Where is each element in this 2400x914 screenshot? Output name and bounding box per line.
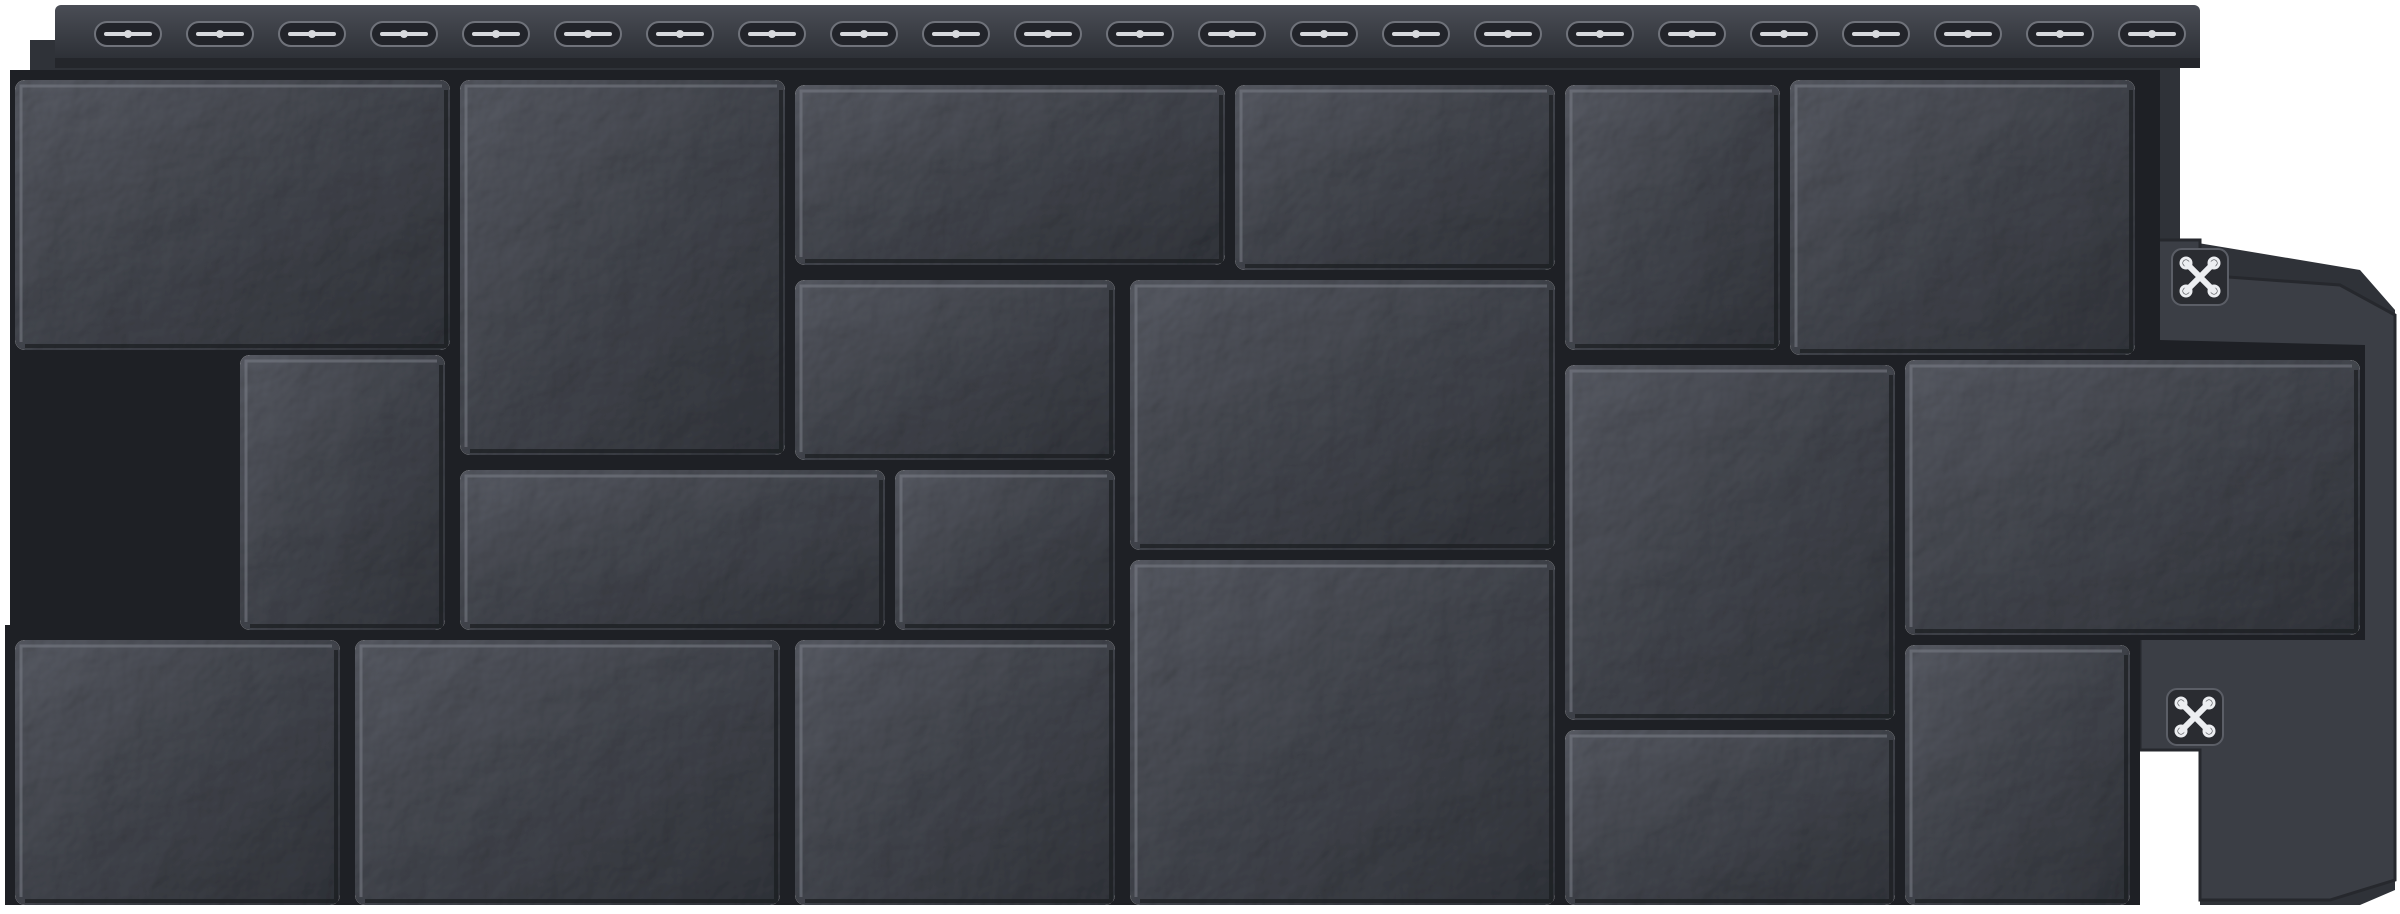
stone-block [1905, 645, 2130, 905]
nail-slot-icon [370, 21, 438, 47]
stone-block [355, 640, 780, 905]
nail-slot-icon [1474, 21, 1542, 47]
nail-slot-icon [1934, 21, 2002, 47]
stone-block [1565, 85, 1780, 350]
nail-slot-icon [278, 21, 346, 47]
nail-slot-icon [1014, 21, 1082, 47]
nail-slot-icon [1106, 21, 1174, 47]
stone-block [795, 85, 1225, 265]
mounting-strip-edge [55, 58, 2200, 68]
nail-slot-icon [1566, 21, 1634, 47]
nail-slot-icon [646, 21, 714, 47]
stone-block [460, 470, 885, 630]
nail-slot-icon [2118, 21, 2186, 47]
nail-slot-icon [1290, 21, 1358, 47]
stone-block [1905, 360, 2360, 635]
cross-joint-marker-icon [2171, 248, 2229, 306]
nail-slot-icon [1842, 21, 1910, 47]
stone-block [1235, 85, 1555, 270]
nail-slot-icon [186, 21, 254, 47]
nail-slot-icon [462, 21, 530, 47]
nail-slot-icon [1750, 21, 1818, 47]
stone-block [15, 80, 450, 350]
stone-block [1565, 365, 1895, 720]
stone-block [15, 640, 340, 905]
stone-block [795, 640, 1115, 905]
stone-block [1790, 80, 2135, 355]
stone-block [795, 280, 1115, 460]
nail-slot-icon [1382, 21, 1450, 47]
nail-slot-icon [1658, 21, 1726, 47]
stone-block [895, 470, 1115, 630]
stone-blocks [15, 80, 2360, 905]
nail-slot-icon [2026, 21, 2094, 47]
nail-slot-icon [830, 21, 898, 47]
cross-joint-marker-icon [2166, 688, 2224, 746]
stone-block [1130, 560, 1555, 905]
nail-slots [94, 21, 2186, 47]
stone-panel-drawing [5, 5, 2397, 905]
stone-block [1565, 730, 1895, 905]
stone-block [1130, 280, 1555, 550]
nail-slot-icon [738, 21, 806, 47]
nail-slot-icon [94, 21, 162, 47]
nail-slot-icon [554, 21, 622, 47]
stone-block [460, 80, 785, 455]
nail-slot-icon [922, 21, 990, 47]
stone-block [240, 355, 445, 630]
nail-slot-icon [1198, 21, 1266, 47]
facade-panel-image [0, 0, 2400, 914]
